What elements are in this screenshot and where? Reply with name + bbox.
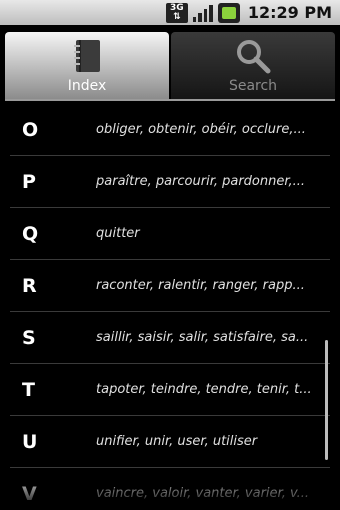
- list-item[interactable]: Ssaillir, saisir, salir, satisfaire, sa.…: [10, 312, 330, 364]
- list-item-words: tapoter, teindre, tendre, tenir, t...: [96, 382, 312, 397]
- tab-search-label: Search: [228, 78, 278, 94]
- status-time: 12:29 PM: [247, 3, 332, 22]
- signal-strength-icon: [192, 3, 214, 23]
- list-item[interactable]: Vvaincre, valoir, vanter, varier, v...: [10, 468, 330, 510]
- list-item-words: paraître, parcourir, pardonner,...: [96, 174, 306, 189]
- list-item[interactable]: Uunifier, unir, user, utiliser: [10, 416, 330, 468]
- list-item-words: vaincre, valoir, vanter, varier, v...: [96, 486, 309, 501]
- list-item-letter: P: [22, 170, 36, 193]
- list-item[interactable]: Oobliger, obtenir, obéir, occlure,...: [10, 104, 330, 156]
- list-item-letter: U: [22, 430, 38, 453]
- list-item-words: raconter, ralentir, ranger, rapp...: [96, 278, 305, 293]
- notebook-icon: [69, 38, 105, 74]
- list-item-letter: S: [22, 326, 36, 349]
- tab-bar: Index Search: [5, 32, 335, 100]
- list-item-words: unifier, unir, user, utiliser: [96, 434, 258, 449]
- index-list: Oobliger, obtenir, obéir, occlure,... Pp…: [10, 104, 330, 510]
- list-item-words: saillir, saisir, salir, satisfaire, sa..…: [96, 330, 309, 345]
- list-item[interactable]: Ttapoter, teindre, tendre, tenir, t...: [10, 364, 330, 416]
- list-item[interactable]: Rraconter, ralentir, ranger, rapp...: [10, 260, 330, 312]
- list-item-letter: O: [22, 118, 39, 141]
- scrollbar[interactable]: [325, 340, 328, 460]
- list-item-letter: Q: [22, 222, 39, 245]
- tab-search[interactable]: Search: [171, 32, 335, 100]
- network-3g-icon: 3G ⇅: [165, 2, 188, 23]
- battery-icon: [217, 2, 240, 23]
- magnifier-icon: [235, 38, 271, 74]
- list-item-words: obliger, obtenir, obéir, occlure,...: [96, 122, 306, 137]
- list-item-letter: V: [22, 482, 37, 505]
- status-bar: 3G ⇅ 12:29 PM: [0, 0, 340, 25]
- tab-index-label: Index: [67, 78, 107, 94]
- list-item-words: quitter: [96, 226, 140, 241]
- list-item-letter: T: [22, 378, 35, 401]
- tab-index[interactable]: Index: [5, 32, 169, 100]
- list-item[interactable]: Qquitter: [10, 208, 330, 260]
- list-item[interactable]: Pparaître, parcourir, pardonner,...: [10, 156, 330, 208]
- list-item-letter: R: [22, 274, 37, 297]
- tab-divider: [5, 99, 335, 101]
